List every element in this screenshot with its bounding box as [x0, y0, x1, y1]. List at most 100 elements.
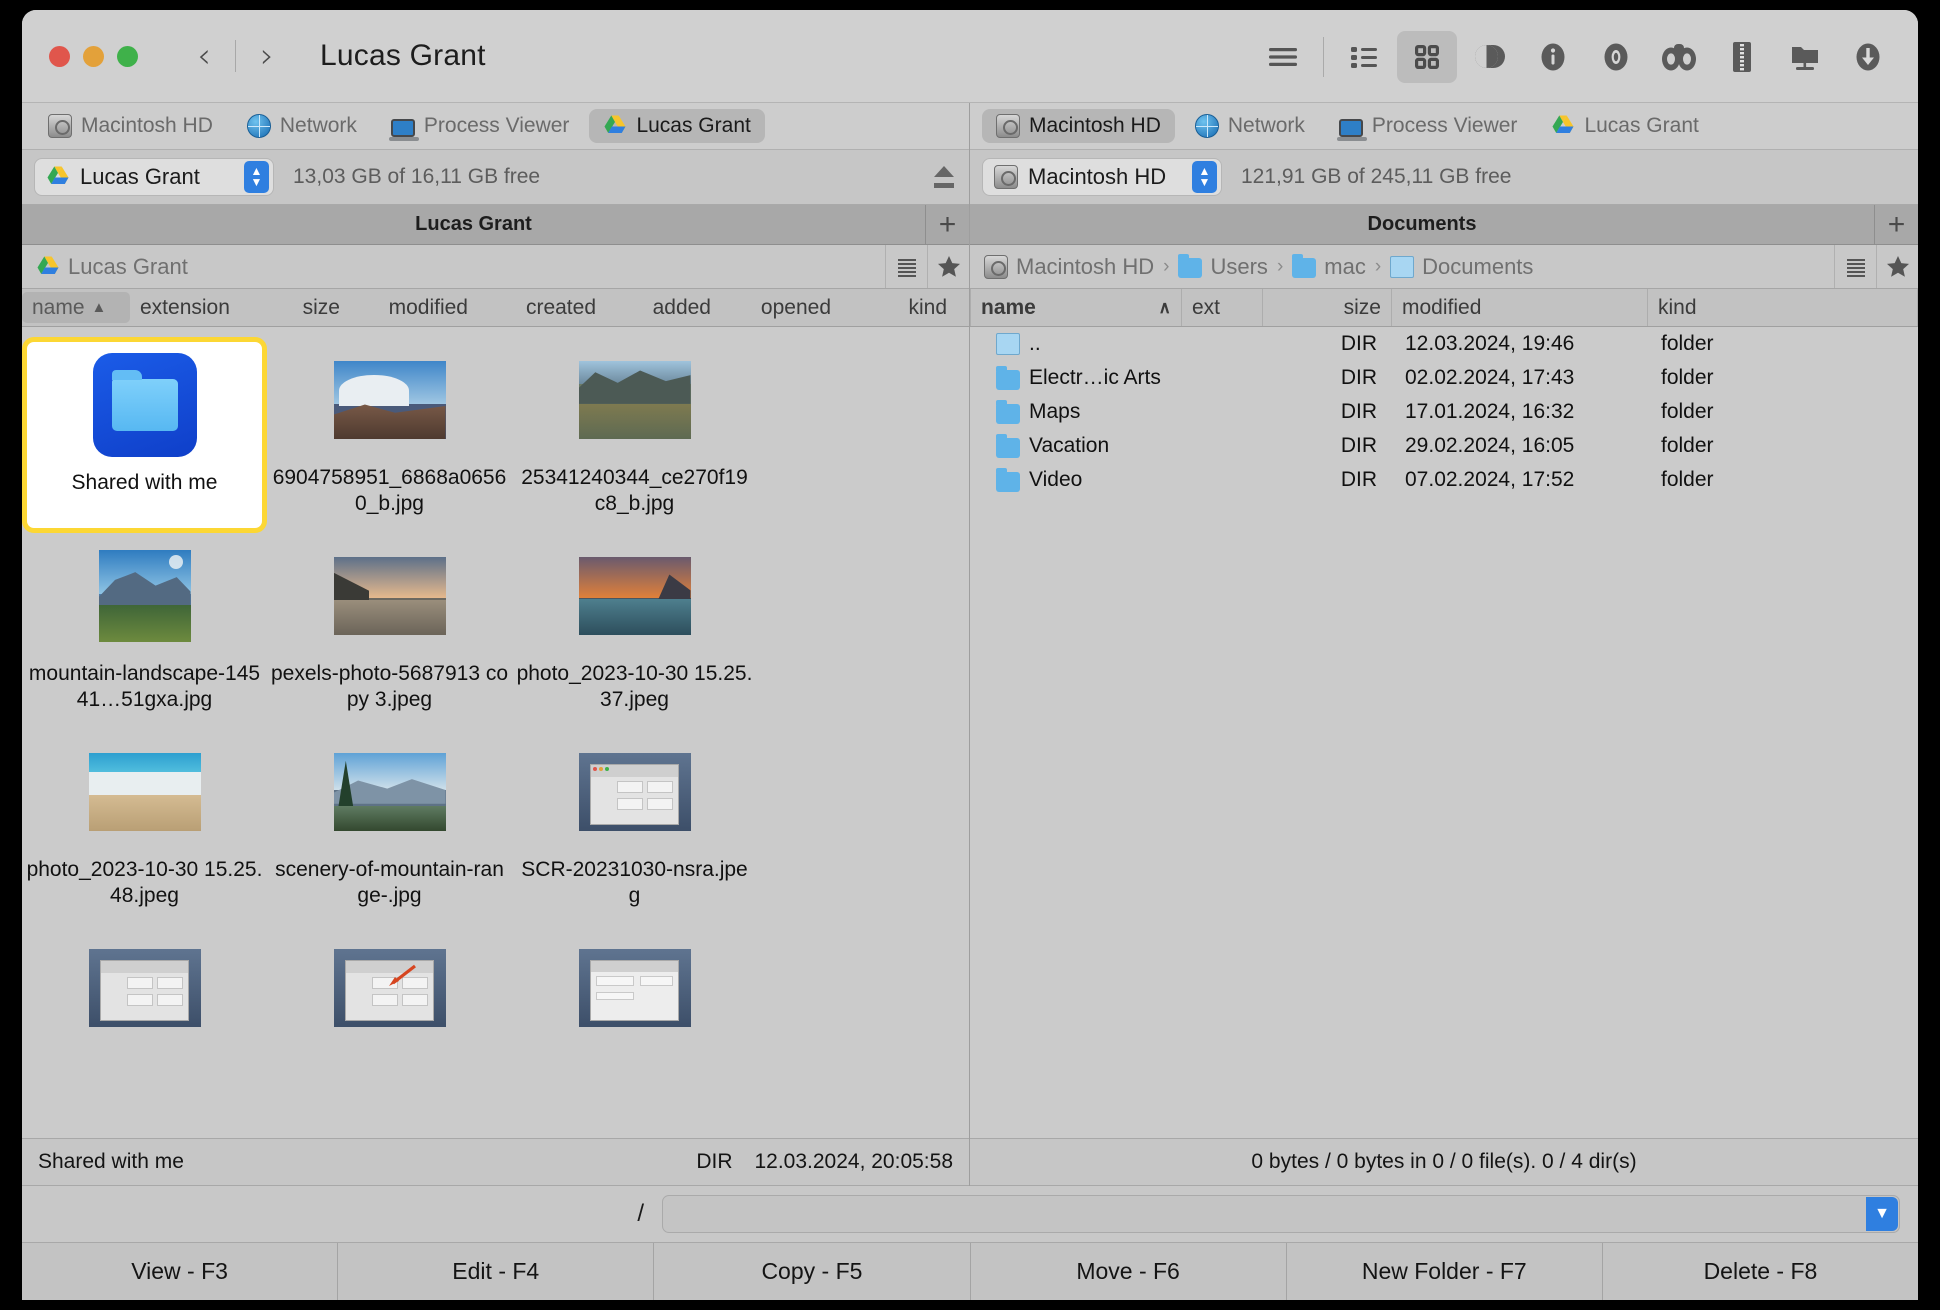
- command-input[interactable]: ▼: [662, 1195, 1900, 1233]
- folder-icon: [996, 467, 1020, 492]
- left-drive-selector[interactable]: Lucas Grant ▲ ▼: [34, 158, 274, 196]
- right-col-ext[interactable]: ext: [1182, 289, 1262, 326]
- toolbar: [1253, 10, 1898, 103]
- grid-item-label: mountain-landscape-14541…51gxa.jpg: [28, 662, 261, 711]
- grid-item[interactable]: 25341240344_ce270f19c8_b.jpg: [512, 337, 757, 533]
- right-col-kind[interactable]: kind: [1648, 289, 1917, 326]
- left-drive-tab-lucas-grant[interactable]: Lucas Grant: [589, 109, 765, 143]
- right-breadcrumb-item-1[interactable]: Users: [1178, 254, 1268, 280]
- eject-icon[interactable]: [931, 164, 957, 190]
- left-drive-tab-network[interactable]: Network: [233, 109, 371, 143]
- zip-archive-icon[interactable]: [1712, 31, 1772, 83]
- download-icon[interactable]: [1838, 31, 1898, 83]
- left-file-grid[interactable]: Shared with me 6904758951_6868a06560_b.j…: [22, 327, 969, 1138]
- right-folder-tab-label[interactable]: Documents: [970, 205, 1874, 244]
- file-size: DIR: [1340, 332, 1377, 355]
- right-file-list[interactable]: .. DIR 12.03.2024, 19:46 folder Electr…i…: [970, 327, 1918, 1138]
- left-col-kind[interactable]: kind: [841, 289, 969, 326]
- grid-item[interactable]: mountain-landscape-14541…51gxa.jpg: [22, 533, 267, 729]
- edit-f4-button[interactable]: Edit - F4: [338, 1243, 655, 1300]
- chevron-down-icon[interactable]: ▼: [1866, 1197, 1898, 1231]
- right-favorite-icon[interactable]: [1876, 245, 1918, 288]
- thumbnail: [333, 345, 446, 455]
- info-icon[interactable]: [1523, 31, 1583, 83]
- table-row[interactable]: Vacation DIR 29.02.2024, 16:05 folder: [970, 429, 1918, 463]
- grid-item[interactable]: photo_2023-10-30 15.25.48.jpeg: [22, 729, 267, 925]
- grid-item[interactable]: [512, 925, 757, 1121]
- table-row[interactable]: Maps DIR 17.01.2024, 16:32 folder: [970, 395, 1918, 429]
- table-row[interactable]: Video DIR 07.02.2024, 17:52 folder: [970, 463, 1918, 497]
- right-drive-tab-process-viewer[interactable]: Process Viewer: [1325, 109, 1532, 143]
- right-breadcrumb-item-0[interactable]: Macintosh HD: [984, 254, 1154, 280]
- back-button[interactable]: ‹: [183, 34, 225, 78]
- network-folder-icon[interactable]: [1775, 31, 1835, 83]
- left-col-created[interactable]: created: [478, 289, 606, 326]
- eye-icon[interactable]: [1586, 31, 1646, 83]
- grid-item[interactable]: Shared with me: [22, 337, 267, 533]
- right-new-tab-button[interactable]: +: [1874, 205, 1918, 244]
- left-history-icon[interactable]: [885, 245, 927, 288]
- left-col-added[interactable]: added: [606, 289, 721, 326]
- toolbar-divider: [1323, 36, 1324, 77]
- left-drive-tab-process-viewer[interactable]: Process Viewer: [377, 109, 584, 143]
- left-col-modified[interactable]: modified: [350, 289, 478, 326]
- left-favorite-icon[interactable]: [927, 245, 969, 288]
- forward-button[interactable]: ›: [246, 34, 288, 78]
- right-drive-selector[interactable]: Macintosh HD ▲ ▼: [982, 158, 1222, 196]
- grid-item[interactable]: scenery-of-mountain-range-.jpg: [267, 729, 512, 925]
- zoom-button[interactable]: [117, 45, 138, 67]
- gdrive-icon: [46, 165, 70, 189]
- grid-item[interactable]: [22, 925, 267, 1121]
- right-col-name[interactable]: name ∧: [971, 289, 1181, 326]
- grid-item[interactable]: pexels-photo-5687913 copy 3.jpeg: [267, 533, 512, 729]
- right-breadcrumb-item-2[interactable]: mac: [1292, 254, 1366, 280]
- contrast-toggle-icon[interactable]: [1460, 31, 1520, 83]
- delete-f8-button[interactable]: Delete - F8: [1603, 1243, 1918, 1300]
- right-drive-tabs: Macintosh HD Network Process Viewer Luca…: [970, 103, 1918, 150]
- tab-label: Process Viewer: [423, 114, 570, 137]
- left-drive-name: Lucas Grant: [80, 164, 200, 189]
- left-folder-tab-label[interactable]: Lucas Grant: [22, 205, 925, 244]
- minimize-button[interactable]: [83, 45, 104, 67]
- list-view-icon[interactable]: [1334, 31, 1394, 83]
- right-drive-tab-network[interactable]: Network: [1181, 109, 1319, 143]
- right-col-modified[interactable]: modified: [1392, 289, 1647, 326]
- grid-item[interactable]: 6904758951_6868a06560_b.jpg: [267, 337, 512, 533]
- right-breadcrumb-item-3[interactable]: Documents: [1390, 254, 1533, 280]
- grid-view-icon[interactable]: [1397, 30, 1457, 83]
- binoculars-icon[interactable]: [1649, 31, 1709, 83]
- left-col-extension[interactable]: extension: [130, 289, 258, 326]
- right-drive-row: Macintosh HD ▲ ▼ 121,91 GB of 245,11 GB f…: [970, 150, 1918, 205]
- image-thumbnail: [88, 753, 201, 831]
- left-col-name[interactable]: name ▲: [22, 292, 130, 323]
- thumbnail: [333, 933, 446, 1043]
- view-f3-button[interactable]: View - F3: [22, 1243, 339, 1300]
- move-f6-button[interactable]: Move - F6: [971, 1243, 1287, 1300]
- copy-f5-button[interactable]: Copy - F5: [654, 1243, 971, 1300]
- left-col-size[interactable]: size: [258, 289, 350, 326]
- left-col-opened[interactable]: opened: [721, 289, 841, 326]
- right-drive-tab-macintosh-hd[interactable]: Macintosh HD: [982, 109, 1175, 143]
- right-column-headers: name ∧ ext size modified kind: [970, 289, 1918, 327]
- close-button[interactable]: [49, 45, 70, 67]
- left-breadcrumb-item-0[interactable]: Lucas Grant: [36, 254, 188, 280]
- chevron-right-icon: ›: [1374, 255, 1382, 277]
- table-row[interactable]: .. DIR 12.03.2024, 19:46 folder: [970, 327, 1918, 361]
- left-new-tab-button[interactable]: +: [925, 205, 969, 244]
- left-drive-tab-macintosh-hd[interactable]: Macintosh HD: [34, 109, 227, 143]
- file-kind: folder: [1661, 468, 1714, 491]
- table-row[interactable]: Electr…ic Arts DIR 02.02.2024, 17:43 fol…: [970, 361, 1918, 395]
- file-modified: 29.02.2024, 16:05: [1405, 434, 1575, 457]
- new-folder-f7-button[interactable]: New Folder - F7: [1287, 1243, 1603, 1300]
- right-col-size[interactable]: size: [1263, 289, 1391, 326]
- menu-icon[interactable]: [1253, 31, 1313, 83]
- right-drive-stepper-icon[interactable]: ▲ ▼: [1192, 161, 1217, 193]
- grid-item[interactable]: SCR-20231030-nsra.jpeg: [512, 729, 757, 925]
- right-history-icon[interactable]: [1834, 245, 1876, 288]
- grid-item[interactable]: photo_2023-10-30 15.25.37.jpeg: [512, 533, 757, 729]
- file-size: DIR: [1340, 434, 1377, 457]
- left-drive-stepper-icon[interactable]: ▲ ▼: [244, 161, 269, 193]
- grid-item[interactable]: [267, 925, 512, 1121]
- right-drive-tab-lucas-grant[interactable]: Lucas Grant: [1537, 109, 1712, 143]
- nav-buttons: ‹ ›: [183, 34, 288, 78]
